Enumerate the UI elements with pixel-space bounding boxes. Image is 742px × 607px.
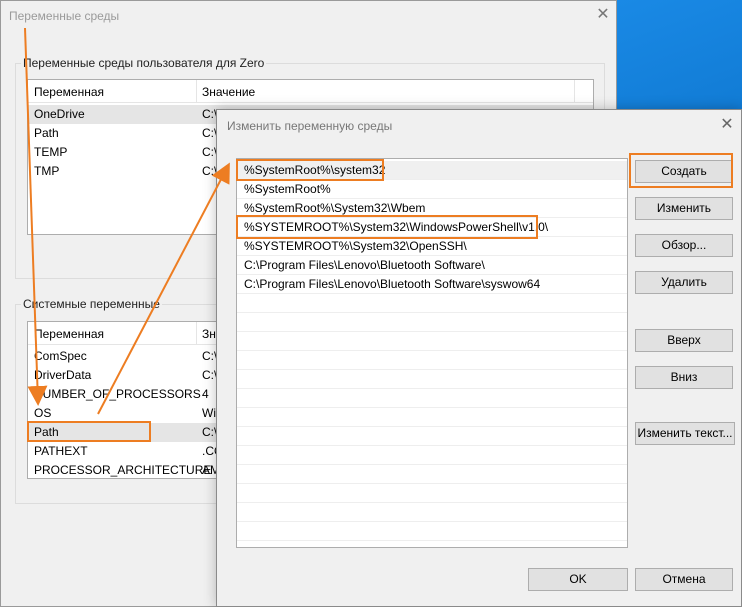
arrow-to-system32-entry bbox=[97, 162, 230, 415]
arrow-to-path-row bbox=[24, 27, 48, 406]
annotation-arrows bbox=[24, 27, 230, 415]
